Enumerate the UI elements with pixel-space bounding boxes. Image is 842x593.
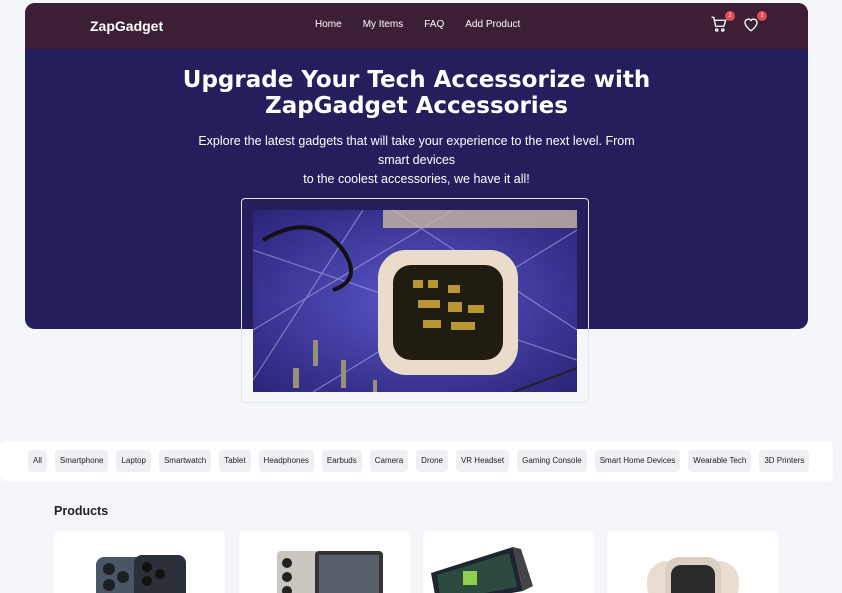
nav-link-my-items[interactable]: My Items bbox=[363, 19, 404, 30]
cart-button[interactable]: 2 bbox=[710, 11, 735, 35]
product-card[interactable] bbox=[607, 531, 778, 593]
samsung-phone-product-image bbox=[277, 551, 383, 593]
category-chip-earbuds[interactable]: Earbuds bbox=[321, 450, 362, 472]
category-chip-tablet[interactable]: Tablet bbox=[219, 450, 251, 472]
nav-link-home[interactable]: Home bbox=[315, 19, 342, 30]
nav-icons: 2 1 bbox=[710, 11, 767, 35]
category-chip-gaming-console[interactable]: Gaming Console bbox=[517, 450, 587, 472]
hero-title-line1: Upgrade Your Tech Accessorize with bbox=[182, 67, 651, 93]
product-card[interactable] bbox=[54, 531, 225, 593]
brand-logo[interactable]: ZapGadget bbox=[90, 18, 163, 34]
smartwatch-product-image bbox=[647, 557, 739, 593]
category-chip-vr-headset[interactable]: VR Headset bbox=[455, 450, 510, 472]
category-chip-laptop[interactable]: Laptop bbox=[116, 450, 151, 472]
wishlist-button[interactable]: 1 bbox=[742, 11, 767, 35]
hero-subtitle-line1: Explore the latest gadgets that will tak… bbox=[198, 134, 635, 167]
navbar: ZapGadget Home My Items FAQ Add Product … bbox=[25, 3, 808, 49]
category-chip-smart-home-devices[interactable]: Smart Home Devices bbox=[594, 450, 681, 472]
iphone-product-image bbox=[96, 555, 186, 593]
hero-image bbox=[253, 210, 577, 392]
nav-link-faq[interactable]: FAQ bbox=[424, 19, 444, 30]
wishlist-count-badge: 1 bbox=[757, 11, 767, 21]
products-heading: Products bbox=[54, 504, 109, 518]
cart-count-badge: 2 bbox=[725, 11, 735, 21]
hero-title: Upgrade Your Tech Accessorize with ZapGa… bbox=[25, 67, 808, 119]
category-chip-drone[interactable]: Drone bbox=[416, 450, 448, 472]
smartwatch-circuit-photo bbox=[253, 210, 577, 392]
category-chip-all[interactable]: All bbox=[28, 450, 47, 472]
laptop-product-image bbox=[431, 547, 533, 593]
category-chip-smartwatch[interactable]: Smartwatch bbox=[158, 450, 212, 472]
hero-title-line2: ZapGadget Accessories bbox=[265, 93, 568, 119]
product-card[interactable] bbox=[423, 531, 594, 593]
nav-links: Home My Items FAQ Add Product bbox=[315, 19, 541, 30]
category-chip-camera[interactable]: Camera bbox=[369, 450, 409, 472]
category-chip-smartphone[interactable]: Smartphone bbox=[54, 450, 109, 472]
category-chip-headphones[interactable]: Headphones bbox=[258, 450, 314, 472]
category-chip-wearable-tech[interactable]: Wearable Tech bbox=[688, 450, 752, 472]
category-filter-bar: All Smartphone Laptop Smartwatch Tablet … bbox=[0, 441, 833, 481]
hero-subtitle-line2: to the coolest accessories, we have it a… bbox=[303, 172, 530, 186]
product-card[interactable] bbox=[239, 531, 410, 593]
nav-link-add-product[interactable]: Add Product bbox=[465, 19, 520, 30]
category-chip-3d-printers[interactable]: 3D Printers bbox=[759, 450, 810, 472]
hero-subtitle: Explore the latest gadgets that will tak… bbox=[195, 132, 638, 189]
